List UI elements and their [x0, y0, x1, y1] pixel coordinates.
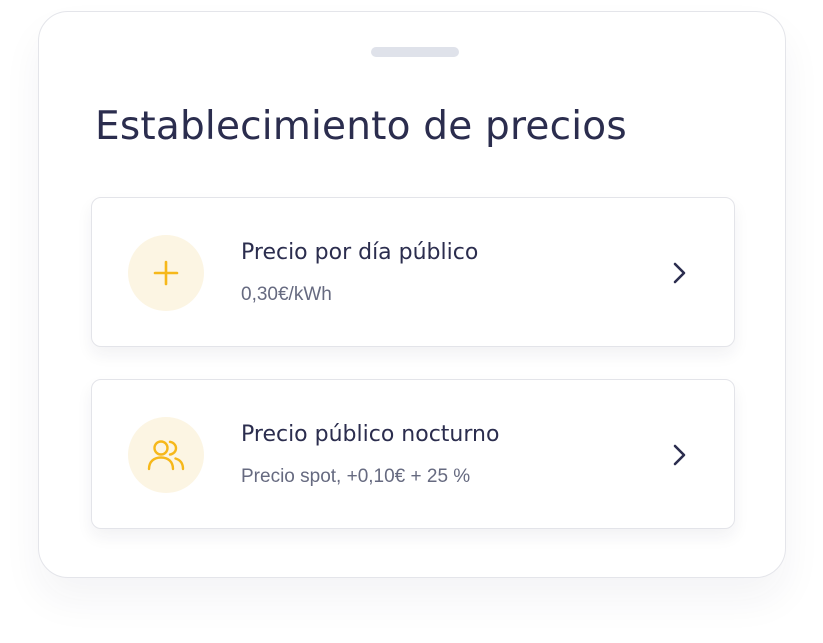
pricing-option-price: 0,30€/kWh: [241, 284, 332, 305]
pricing-option-price: Precio spot, +0,10€ + 25 %: [241, 466, 471, 487]
chevron-right-icon[interactable]: [669, 442, 689, 468]
chevron-right-icon[interactable]: [669, 260, 689, 286]
plus-icon: [153, 260, 179, 286]
pricing-option-public-day[interactable]: Precio por día público 0,30€/kWh: [91, 197, 735, 347]
plus-icon-badge: [128, 235, 204, 311]
drag-handle[interactable]: [371, 47, 459, 57]
users-icon-badge: [128, 417, 204, 493]
users-icon: [147, 440, 185, 471]
pricing-option-title: Precio público nocturno: [241, 422, 500, 447]
pricing-option-title: Precio por día público: [241, 240, 479, 265]
pricing-option-public-night[interactable]: Precio público nocturno Precio spot, +0,…: [91, 379, 735, 529]
bottom-sheet: Establecimiento de precios Precio por dí…: [38, 11, 786, 578]
page-title: Establecimiento de precios: [95, 104, 627, 149]
